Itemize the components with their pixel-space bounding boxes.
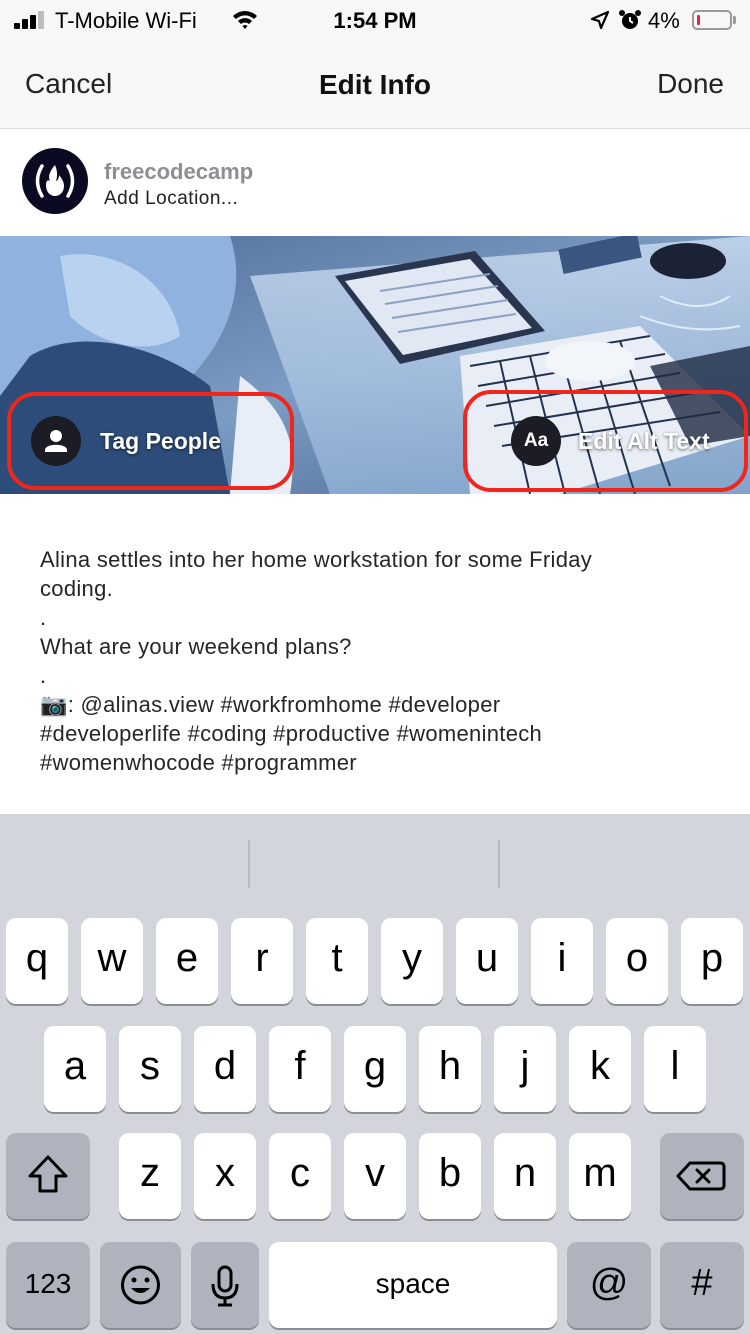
key-f[interactable]: f <box>269 1026 331 1112</box>
backspace-icon <box>676 1161 726 1191</box>
freecodecamp-flame-logo-icon <box>35 164 75 198</box>
key-e[interactable]: e <box>156 918 218 1004</box>
key-p[interactable]: p <box>681 918 743 1004</box>
battery-icon <box>692 10 732 30</box>
caption-line: Alina settles into her home workstation … <box>40 547 593 572</box>
account-row: freecodecamp Add Location... <box>0 129 750 236</box>
key-h[interactable]: h <box>419 1026 481 1112</box>
key-t[interactable]: t <box>306 918 368 1004</box>
key-y[interactable]: y <box>381 918 443 1004</box>
done-button[interactable]: Done <box>657 68 724 100</box>
avatar <box>22 148 88 214</box>
post-photo: Tag People Aa Edit Alt Text <box>0 236 750 494</box>
caption-line: coding. <box>40 576 114 601</box>
emoji-key[interactable] <box>100 1242 181 1328</box>
location-arrow-icon <box>590 10 610 30</box>
keyboard: q w e r t y u i o p a s d f g h j k l z … <box>0 814 750 1334</box>
edit-alt-text-button[interactable] <box>463 390 748 492</box>
page-title: Edit Info <box>319 69 431 100</box>
shift-icon <box>28 1155 68 1193</box>
shift-key[interactable] <box>6 1133 90 1219</box>
status-bar: T-Mobile Wi-Fi 1:54 PM 4% <box>0 0 750 42</box>
key-a[interactable]: a <box>44 1026 106 1112</box>
key-w[interactable]: w <box>81 918 143 1004</box>
alarm-icon <box>619 10 641 29</box>
hash-key[interactable]: # <box>660 1242 744 1328</box>
caption-line: . <box>40 605 47 630</box>
caption-input[interactable]: Alina settles into her home workstation … <box>40 545 720 777</box>
battery-tip <box>733 16 736 24</box>
account-username: freecodecamp <box>104 159 254 184</box>
key-q[interactable]: q <box>6 918 68 1004</box>
key-n[interactable]: n <box>494 1133 556 1219</box>
key-j[interactable]: j <box>494 1026 556 1112</box>
space-key[interactable]: space <box>269 1242 557 1328</box>
tag-people-button[interactable] <box>7 392 294 490</box>
key-m[interactable]: m <box>569 1133 631 1219</box>
key-l[interactable]: l <box>644 1026 706 1112</box>
caption-line: . <box>40 663 47 688</box>
caption-line: What are your weekend plans? <box>40 634 352 659</box>
navigation-bar: Cancel Edit Info Done <box>0 42 750 129</box>
key-g[interactable]: g <box>344 1026 406 1112</box>
suggestion-divider <box>248 840 250 888</box>
battery-percent: 4% <box>648 8 680 33</box>
caption-line: 📷: @alinas.view #workfromhome #developer <box>40 692 501 717</box>
key-c[interactable]: c <box>269 1133 331 1219</box>
emoji-icon <box>121 1265 160 1305</box>
key-x[interactable]: x <box>194 1133 256 1219</box>
microphone-icon <box>211 1265 239 1307</box>
key-u[interactable]: u <box>456 918 518 1004</box>
key-b[interactable]: b <box>419 1133 481 1219</box>
add-location-link[interactable]: Add Location... <box>104 188 238 210</box>
backspace-key[interactable] <box>660 1133 744 1219</box>
key-z[interactable]: z <box>119 1133 181 1219</box>
at-key[interactable]: @ <box>567 1242 651 1328</box>
key-i[interactable]: i <box>531 918 593 1004</box>
key-s[interactable]: s <box>119 1026 181 1112</box>
key-o[interactable]: o <box>606 918 668 1004</box>
suggestion-divider <box>498 840 500 888</box>
caption-line: #womenwhocode #programmer <box>40 750 357 775</box>
key-v[interactable]: v <box>344 1133 406 1219</box>
microphone-key[interactable] <box>191 1242 259 1328</box>
key-r[interactable]: r <box>231 918 293 1004</box>
key-d[interactable]: d <box>194 1026 256 1112</box>
numbers-key[interactable]: 123 <box>6 1242 90 1328</box>
caption-line: #developerlife #coding #productive #wome… <box>40 721 543 746</box>
key-k[interactable]: k <box>569 1026 631 1112</box>
